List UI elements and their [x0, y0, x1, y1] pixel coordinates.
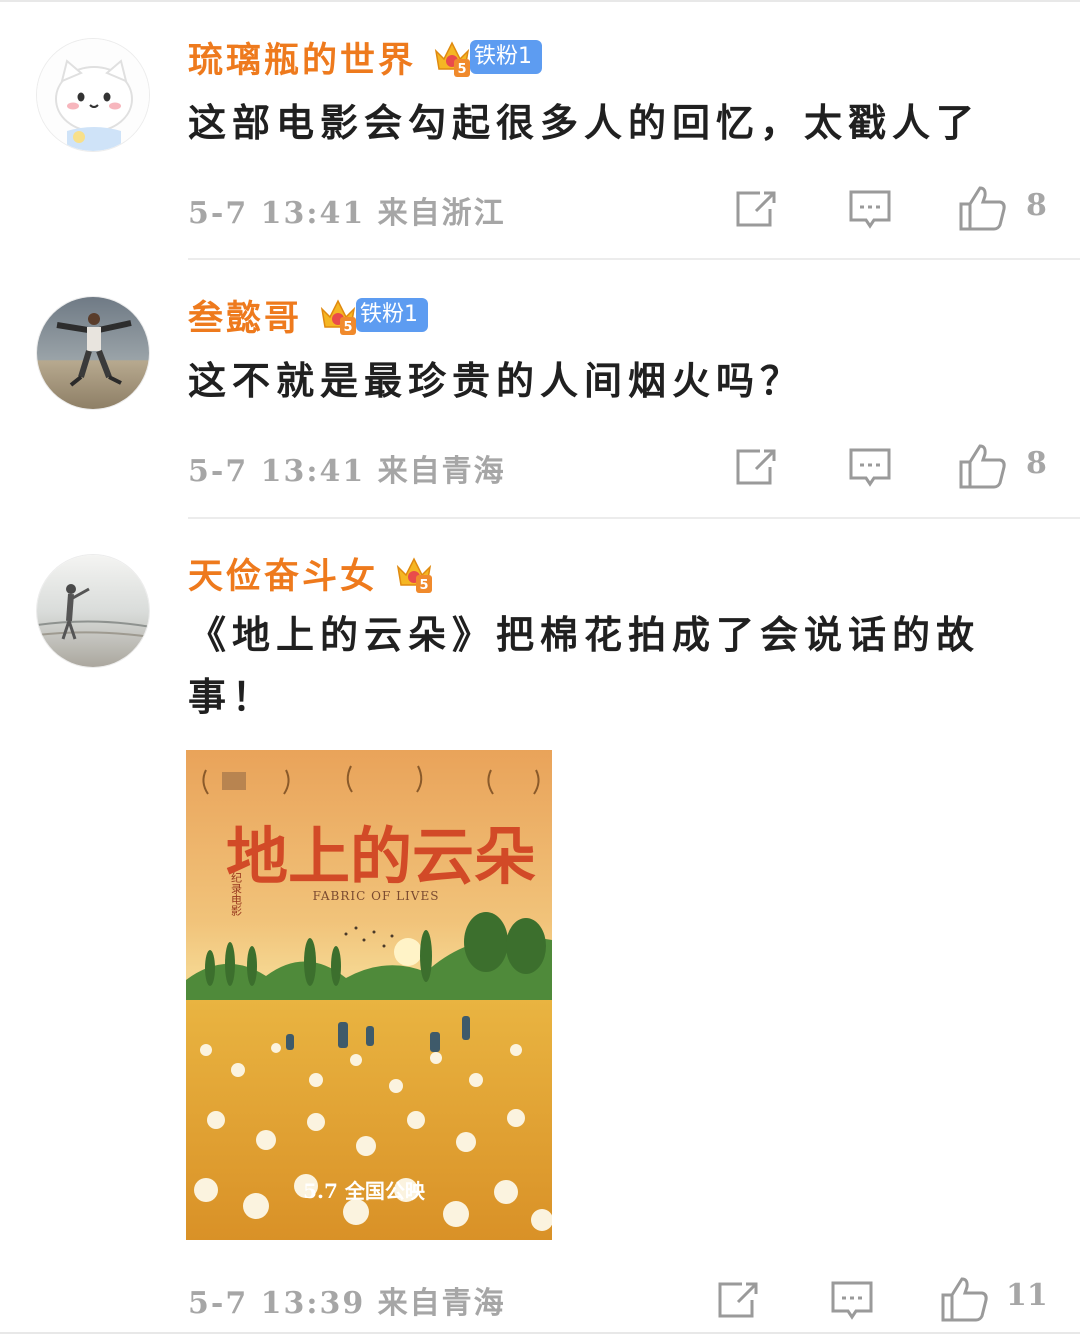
crown-level: 5	[457, 62, 466, 77]
avatar[interactable]	[36, 554, 150, 668]
comment-image[interactable]: 地上的云朵 纪录电影 FABRIC OF LIVES 5.7 全国公映	[186, 750, 552, 1240]
username[interactable]: 叁懿哥	[188, 290, 302, 341]
crown-icon: 5	[392, 551, 436, 595]
poster-title: 地上的云朵	[226, 820, 536, 893]
cartoon-cat-icon	[37, 39, 149, 151]
divider	[188, 258, 1080, 260]
divider	[188, 517, 1080, 519]
crown-level: 5	[419, 578, 428, 593]
comment-icon	[849, 190, 891, 229]
reply-button[interactable]	[848, 189, 892, 235]
comment-list: 琉璃瓶的世界 5 铁粉1 这部电影会勾起很多人的回忆，太戳人了 5-7 13:4…	[0, 0, 1080, 1334]
like-button[interactable]	[958, 442, 1008, 494]
like-icon	[959, 186, 1006, 231]
crown-icon: 5	[430, 35, 474, 79]
comment-meta: 5-7 13:39 来自青海	[188, 1286, 506, 1321]
crown-icon: 5	[316, 293, 360, 337]
crown-level: 5	[343, 320, 352, 335]
like-count: 8	[1026, 446, 1047, 481]
username[interactable]: 琉璃瓶的世界	[188, 32, 416, 83]
like-icon	[941, 1277, 988, 1322]
comment-header: 天俭奋斗女 5	[188, 548, 436, 598]
reply-button[interactable]	[830, 1280, 874, 1326]
fan-badge: 铁粉1	[356, 298, 429, 332]
share-icon	[736, 191, 776, 227]
comment-icon	[849, 448, 891, 487]
movie-poster-image: 地上的云朵 纪录电影 FABRIC OF LIVES 5.7 全国公映	[186, 750, 552, 1240]
share-button[interactable]	[734, 189, 778, 233]
like-icon	[959, 444, 1006, 489]
comment-text-line: 《地上的云朵》把棉花拍成了会说话的故	[188, 612, 981, 657]
comment-header: 琉璃瓶的世界 5 铁粉1	[188, 32, 543, 83]
avatar[interactable]	[36, 296, 150, 410]
poster-side-label: 纪录电影	[230, 872, 243, 916]
like-button[interactable]	[958, 184, 1008, 236]
poster-release: 5.7 全国公映	[303, 1179, 426, 1203]
comment-icon	[831, 1281, 873, 1320]
fan-badge: 铁粉1	[470, 40, 543, 74]
comment-text: 《地上的云朵》把棉花拍成了会说话的故 事！	[188, 604, 1018, 728]
woman-photo-icon	[37, 555, 149, 667]
share-icon	[736, 449, 776, 485]
like-count: 11	[1006, 1278, 1048, 1313]
comment-text: 这不就是最珍贵的人间烟火吗？	[188, 358, 805, 403]
comment-meta: 5-7 13:41 来自青海	[188, 454, 506, 489]
like-count: 8	[1026, 188, 1047, 223]
poster-subtitle: FABRIC OF LIVES	[313, 889, 440, 903]
comment-text: 这部电影会勾起很多人的回忆，太戳人了	[188, 100, 981, 145]
share-button[interactable]	[716, 1280, 760, 1324]
share-button[interactable]	[734, 447, 778, 491]
comment-meta: 5-7 13:41 来自浙江	[188, 196, 506, 231]
share-icon	[718, 1282, 758, 1318]
comment-text-line: 事！	[188, 674, 277, 719]
like-button[interactable]	[940, 1275, 990, 1327]
username[interactable]: 天俭奋斗女	[188, 548, 378, 599]
avatar[interactable]	[36, 38, 150, 152]
reply-button[interactable]	[848, 447, 892, 493]
man-photo-icon	[37, 297, 149, 409]
comment-header: 叁懿哥 5 铁粉1	[188, 290, 429, 341]
